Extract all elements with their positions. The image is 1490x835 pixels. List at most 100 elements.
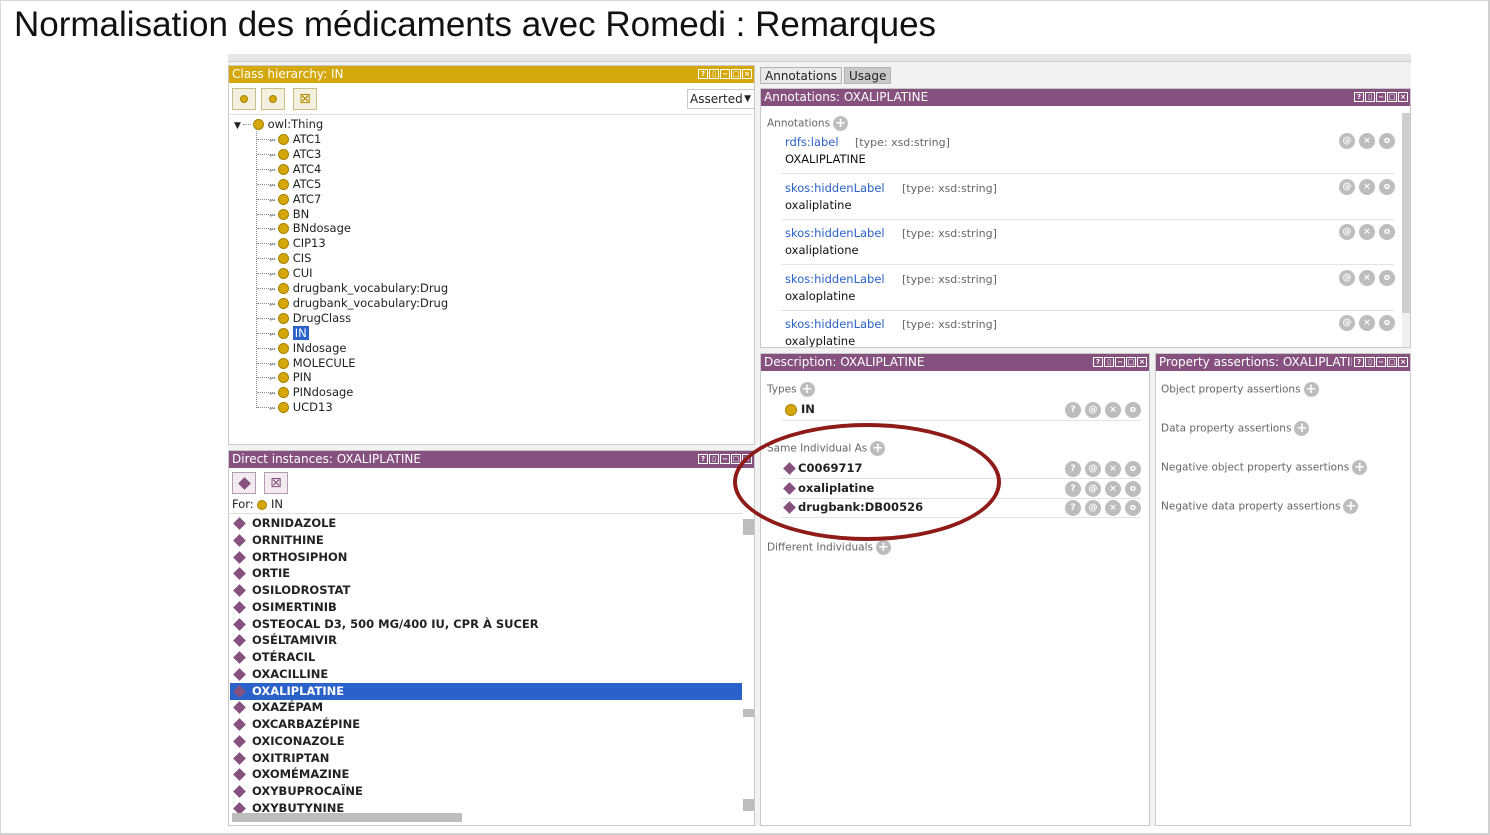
split-icon[interactable]: ▯ — [709, 69, 719, 79]
annotate-icon[interactable]: @ — [1339, 315, 1355, 332]
tree-item[interactable]: ← ATC7 — [257, 192, 321, 207]
minimize-icon[interactable]: − — [1376, 92, 1386, 102]
individual-list-item[interactable]: OXACILLINE — [230, 666, 742, 683]
close-icon[interactable]: × — [742, 69, 752, 79]
expand-toggle-icon[interactable]: ▼ — [234, 121, 241, 131]
tree-item[interactable]: ← ATC5 — [257, 177, 321, 192]
maximize-icon[interactable]: □ — [1387, 357, 1397, 367]
tree-item[interactable]: ← ATC3 — [257, 147, 321, 162]
individual-list-item[interactable]: OXALIPLATINE — [230, 682, 742, 700]
individual-list-item[interactable]: OSIMERTINIB — [230, 599, 742, 616]
help-icon[interactable]: ? — [1354, 92, 1364, 102]
same-individual-item[interactable]: drugbank:DB00526 — [783, 500, 923, 514]
tree-item[interactable]: ← UCD13 — [257, 400, 333, 415]
tree-item[interactable]: ← IN — [257, 325, 309, 341]
edit-icon[interactable]: o — [1125, 402, 1141, 418]
split-icon[interactable]: ▯ — [1365, 92, 1375, 102]
maximize-icon[interactable]: □ — [1387, 92, 1397, 102]
tree-item[interactable]: ← MOLECULE — [257, 356, 355, 371]
annotate-icon[interactable]: @ — [1339, 224, 1355, 241]
add-subclass-button[interactable] — [232, 88, 256, 110]
add-different-individual-icon[interactable]: + — [875, 540, 891, 555]
delete-individual-button[interactable]: ⊠ — [264, 472, 288, 494]
tree-item[interactable]: ← drugbank_vocabulary:Drug — [257, 296, 448, 311]
individual-list-item[interactable]: OTÉRACIL — [230, 649, 742, 666]
individual-list-item[interactable]: OSILODROSTAT — [230, 582, 742, 599]
same-individual-item[interactable]: oxaliplatine — [783, 481, 874, 495]
edit-icon[interactable]: o — [1379, 224, 1395, 241]
help-icon[interactable]: ? — [1065, 461, 1081, 477]
delete-icon[interactable]: × — [1105, 402, 1121, 418]
tree-item[interactable]: ← BN — [257, 207, 309, 222]
add-assertion-icon[interactable]: + — [1294, 421, 1310, 436]
individual-list-item[interactable]: OSTEOCAL D3, 500 MG/400 IU, CPR À SUCER — [230, 616, 742, 633]
scrollbar-thumb[interactable] — [1402, 113, 1410, 313]
help-icon[interactable]: ? — [698, 454, 708, 464]
annotation-property-link[interactable]: skos:hiddenLabel — [785, 181, 885, 195]
annotate-icon[interactable]: @ — [1085, 480, 1101, 497]
individual-list-item[interactable]: OXYBUPROCAÏNE — [230, 783, 742, 800]
individual-list-item[interactable]: OXAZÉPAM — [230, 699, 742, 716]
add-same-individual-icon[interactable]: + — [870, 441, 886, 456]
tree-item[interactable]: ← CUI — [257, 266, 313, 281]
tree-item[interactable]: ← ATC4 — [257, 162, 321, 177]
edit-icon[interactable]: o — [1379, 178, 1395, 195]
help-icon[interactable]: ? — [1093, 357, 1103, 367]
annotate-icon[interactable]: @ — [1085, 402, 1101, 418]
delete-icon[interactable]: × — [1359, 315, 1375, 332]
annotate-icon[interactable]: @ — [1085, 500, 1101, 516]
individual-list-item[interactable]: ORNITHINE — [230, 532, 742, 549]
help-icon[interactable]: ? — [1354, 357, 1364, 367]
add-individual-button[interactable] — [232, 472, 256, 494]
help-icon[interactable]: ? — [1065, 500, 1081, 516]
edit-icon[interactable]: o — [1125, 461, 1141, 477]
tree-item[interactable]: ← ATC1 — [257, 132, 321, 147]
maximize-icon[interactable]: □ — [1126, 357, 1136, 367]
maximize-icon[interactable]: □ — [731, 454, 741, 464]
annotate-icon[interactable]: @ — [1339, 133, 1355, 149]
tree-item[interactable]: ← CIP13 — [257, 236, 326, 251]
individual-list-item[interactable]: OXOMÉMAZINE — [230, 766, 742, 783]
individual-list-item[interactable]: OXITRIPTAN — [230, 750, 742, 767]
help-icon[interactable]: ? — [1065, 402, 1081, 418]
edit-icon[interactable]: o — [1125, 500, 1141, 516]
minimize-icon[interactable]: − — [720, 69, 730, 79]
tree-item[interactable]: ← INdosage — [257, 341, 346, 356]
individual-list-item[interactable]: OXICONAZOLE — [230, 733, 742, 750]
annotations-scrollbar[interactable] — [1402, 113, 1410, 347]
add-assertion-icon[interactable]: + — [1303, 382, 1319, 397]
instances-scrollbar-vertical[interactable] — [743, 513, 754, 811]
delete-icon[interactable]: × — [1359, 224, 1375, 241]
close-icon[interactable]: × — [1137, 357, 1147, 367]
tree-item[interactable]: ← BNdosage — [257, 221, 351, 236]
individual-list-item[interactable]: ORNIDAZOLE — [230, 515, 742, 532]
minimize-icon[interactable]: − — [1376, 357, 1386, 367]
tree-item[interactable]: ← CIS — [257, 251, 311, 266]
minimize-icon[interactable]: − — [720, 454, 730, 464]
add-assertion-icon[interactable]: + — [1343, 499, 1359, 514]
delete-icon[interactable]: × — [1359, 133, 1375, 149]
delete-icon[interactable]: × — [1359, 178, 1375, 195]
split-icon[interactable]: ▯ — [1104, 357, 1114, 367]
scrollbar-thumb[interactable] — [743, 799, 754, 811]
tab-annotations[interactable]: Annotations — [760, 67, 843, 84]
same-individual-item[interactable]: C0069717 — [783, 461, 862, 475]
edit-icon[interactable]: o — [1379, 133, 1395, 149]
edit-icon[interactable]: o — [1379, 269, 1395, 286]
close-icon[interactable]: × — [1398, 92, 1408, 102]
scrollbar-thumb[interactable] — [743, 519, 754, 535]
annotation-property-link[interactable]: skos:hiddenLabel — [785, 317, 885, 331]
edit-icon[interactable]: o — [1379, 315, 1395, 332]
type-row[interactable]: IN — [785, 402, 815, 416]
individual-list-item[interactable]: ORTIE — [230, 565, 742, 582]
close-icon[interactable]: × — [1398, 357, 1408, 367]
help-icon[interactable]: ? — [698, 69, 708, 79]
add-type-icon[interactable]: + — [799, 382, 815, 397]
annotation-property-link[interactable]: rdfs:label — [785, 135, 839, 149]
tree-root[interactable]: ▼ owl:Thing — [234, 117, 323, 132]
tree-item[interactable]: ← DrugClass — [257, 311, 351, 326]
instances-scrollbar-horizontal[interactable] — [232, 813, 462, 822]
delete-icon[interactable]: × — [1359, 269, 1375, 286]
maximize-icon[interactable]: □ — [731, 69, 741, 79]
split-icon[interactable]: ▯ — [1365, 357, 1375, 367]
